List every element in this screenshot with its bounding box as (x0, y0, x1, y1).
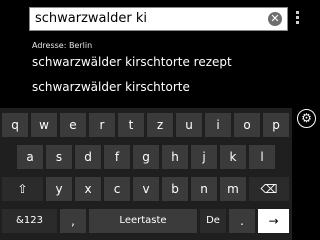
key-d[interactable]: d (75, 145, 101, 169)
numbers-key[interactable]: &123 (2, 209, 57, 233)
clear-icon[interactable]: ✕ (268, 12, 282, 26)
key-w[interactable]: w (31, 113, 57, 137)
more-options-icon[interactable] (294, 11, 300, 27)
key-e[interactable]: e (60, 113, 86, 137)
search-input[interactable]: schwarzwalder ki ✕ (29, 7, 288, 31)
settings-gear-icon[interactable]: ⚙ (297, 109, 316, 128)
key-j[interactable]: j (191, 145, 217, 169)
enter-key[interactable]: → (258, 209, 289, 233)
backspace-key[interactable]: ⌫ (249, 177, 289, 201)
key-z[interactable]: z (147, 113, 173, 137)
key-f[interactable]: f (104, 145, 130, 169)
key-h[interactable]: h (162, 145, 188, 169)
key-a[interactable]: a (17, 145, 43, 169)
search-query-text: schwarzwalder ki (35, 11, 148, 26)
key-t[interactable]: t (118, 113, 144, 137)
key-r[interactable]: r (89, 113, 115, 137)
location-label: Adresse: Berlin (32, 41, 93, 50)
key-p[interactable]: p (263, 113, 289, 137)
key-x[interactable]: x (75, 177, 101, 201)
key-i[interactable]: i (205, 113, 231, 137)
key-s[interactable]: s (46, 145, 72, 169)
key-v[interactable]: v (133, 177, 159, 201)
key-period[interactable]: . (229, 209, 255, 233)
language-key[interactable]: De (200, 209, 226, 233)
key-b[interactable]: b (162, 177, 188, 201)
key-l[interactable]: l (249, 145, 275, 169)
on-screen-keyboard: q w e r t z u i o p a s d f g h j k l ⇧ … (0, 108, 292, 240)
key-comma[interactable]: , (60, 209, 86, 233)
key-n[interactable]: n (191, 177, 217, 201)
space-key[interactable]: Leertaste (89, 209, 197, 233)
key-o[interactable]: o (234, 113, 260, 137)
key-g[interactable]: g (133, 145, 159, 169)
suggestion-item[interactable]: schwarzwälder kirschtorte (32, 80, 190, 94)
key-c[interactable]: c (104, 177, 130, 201)
suggestion-item[interactable]: schwarzwälder kirschtorte rezept (32, 55, 232, 69)
key-m[interactable]: m (220, 177, 246, 201)
key-y[interactable]: y (46, 177, 72, 201)
shift-key[interactable]: ⇧ (2, 177, 43, 201)
key-q[interactable]: q (2, 113, 28, 137)
key-k[interactable]: k (220, 145, 246, 169)
key-u[interactable]: u (176, 113, 202, 137)
